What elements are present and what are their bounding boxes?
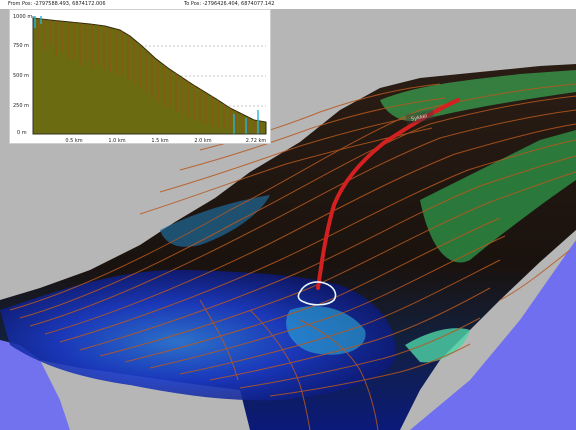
to-position: To Pos: -2796426.404, 6874077.142 — [184, 1, 275, 7]
x-tick-label: 2.0 km — [194, 138, 212, 144]
x-tick-label: 0.5 km — [65, 138, 83, 144]
x-tick-label: 1.5 km — [151, 138, 169, 144]
y-tick-label: 1000 m — [13, 14, 33, 20]
y-tick-label: 250 m — [13, 103, 30, 109]
y-tick-label: 750 m — [13, 43, 30, 49]
coordinate-header: From Pos: -2797588.493, 6874172.006 To P… — [0, 0, 576, 9]
x-tick-label: 2.72 km — [245, 138, 267, 144]
elevation-profile-chart — [32, 16, 267, 136]
from-position: From Pos: -2797588.493, 6874172.006 — [8, 1, 106, 7]
x-tick-label: 1.0 km — [108, 138, 126, 144]
elevation-profile-panel[interactable]: 1000 m 750 m 500 m 250 m 0 m 0.5 km 1.0 … — [9, 9, 271, 144]
y-tick-label: 500 m — [13, 73, 30, 79]
y-tick-label: 0 m — [17, 130, 27, 136]
